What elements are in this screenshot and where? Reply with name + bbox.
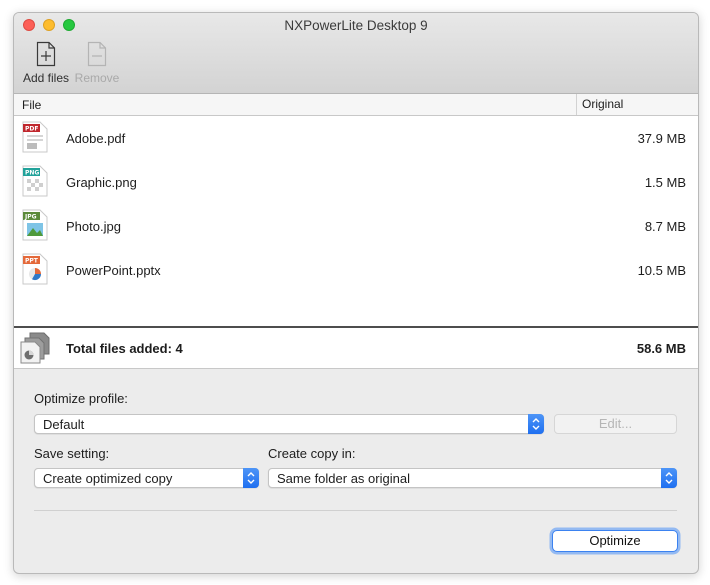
jpg-type-label: JPG: [24, 214, 37, 221]
remove-button[interactable]: Remove: [70, 41, 124, 85]
file-size: 8.7 MB: [644, 219, 686, 234]
pdf-type-label: PDF: [25, 126, 38, 133]
total-files-label: Total files added: 4: [66, 341, 183, 356]
multiple-files-icon: [20, 332, 50, 364]
title-bar: NXPowerLite Desktop 9 Add files Remove: [14, 13, 698, 94]
optimize-profile-label: Optimize profile:: [34, 391, 128, 406]
file-row[interactable]: PDF Adobe.pdf 37.9 MB: [14, 116, 698, 160]
column-header-original[interactable]: Original: [576, 94, 623, 115]
chevron-up-down-icon: [528, 414, 544, 434]
add-file-icon: [36, 41, 56, 67]
save-setting-select[interactable]: Create optimized copy: [34, 468, 259, 488]
file-name: Graphic.png: [66, 175, 137, 190]
list-header: File Original: [14, 94, 698, 116]
file-name: Adobe.pdf: [66, 131, 126, 146]
app-window: NXPowerLite Desktop 9 Add files Remove F…: [13, 12, 699, 574]
add-files-button[interactable]: Add files: [19, 41, 73, 85]
create-copy-location-select[interactable]: Same folder as original: [268, 468, 677, 488]
pdf-file-icon: PDF: [22, 121, 48, 153]
chevron-up-down-icon: [661, 468, 677, 488]
file-row[interactable]: PNG Graphic.png 1.5 MB: [14, 160, 698, 204]
optimize-profile-select[interactable]: Default: [34, 414, 544, 434]
remove-label: Remove: [74, 71, 120, 85]
save-setting-value: Create optimized copy: [43, 471, 173, 486]
edit-profile-button[interactable]: Edit...: [554, 414, 677, 434]
file-row[interactable]: PPT PowerPoint.pptx 10.5 MB: [14, 248, 698, 292]
png-type-label: PNG: [25, 170, 39, 177]
file-name: Photo.jpg: [66, 219, 121, 234]
divider: [34, 510, 677, 511]
png-file-icon: PNG: [22, 165, 48, 197]
column-header-file[interactable]: File: [22, 98, 41, 112]
file-size: 37.9 MB: [637, 131, 686, 146]
window-title: NXPowerLite Desktop 9: [284, 18, 428, 33]
jpg-file-icon: JPG: [22, 209, 48, 241]
optimize-profile-value: Default: [43, 417, 85, 432]
optimize-button[interactable]: Optimize: [552, 530, 678, 552]
add-files-label: Add files: [22, 71, 70, 85]
file-size: 10.5 MB: [637, 263, 686, 278]
total-row: Total files added: 4 58.6 MB: [14, 328, 698, 369]
file-name: PowerPoint.pptx: [66, 263, 161, 278]
save-setting-label: Save setting:: [34, 446, 110, 461]
ppt-type-label: PPT: [25, 258, 39, 265]
remove-file-icon: [87, 41, 107, 67]
total-size: 58.6 MB: [636, 341, 686, 356]
file-size: 1.5 MB: [644, 175, 686, 190]
chevron-up-down-icon: [243, 468, 259, 488]
create-copy-label: Create copy in:: [268, 446, 356, 461]
file-list: File Original PDF Adobe.pdf 37.9 MB PNG: [14, 94, 698, 328]
file-row[interactable]: JPG Photo.jpg 8.7 MB: [14, 204, 698, 248]
create-copy-value: Same folder as original: [277, 471, 410, 486]
pptx-file-icon: PPT: [22, 253, 48, 285]
